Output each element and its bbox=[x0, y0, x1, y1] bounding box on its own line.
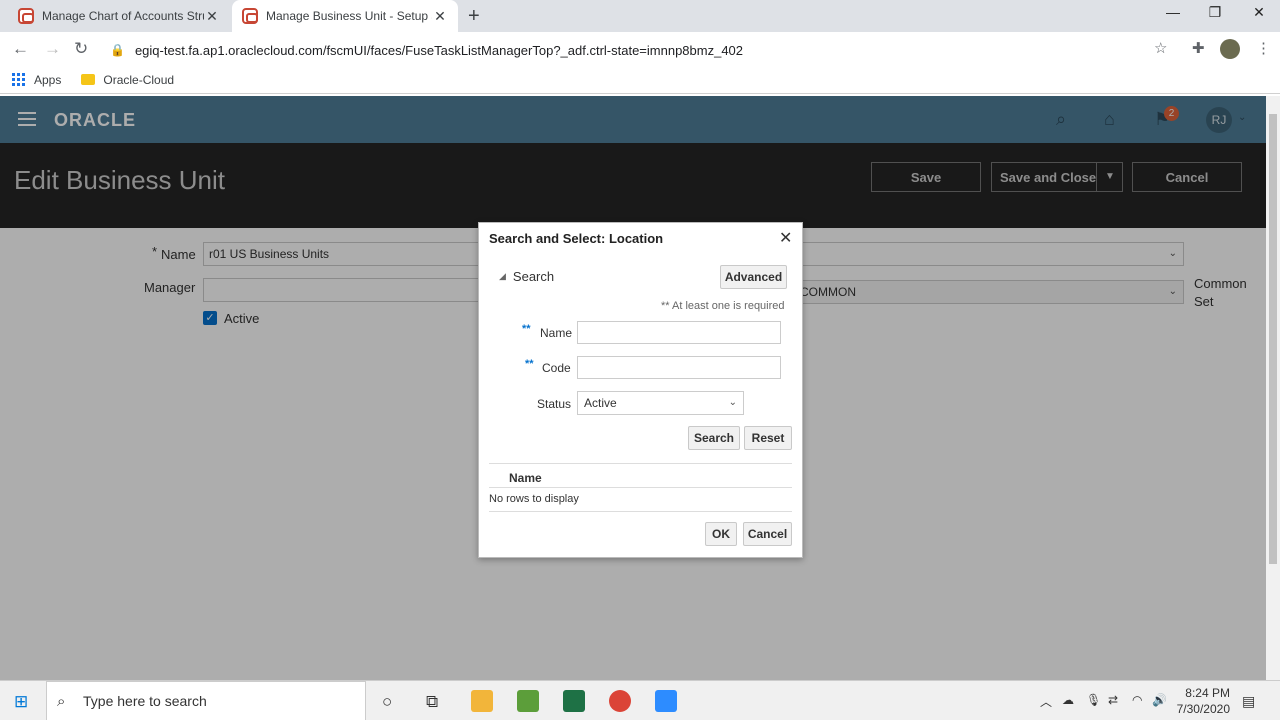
new-tab-icon[interactable]: + bbox=[468, 5, 480, 28]
bookmark-label: Oracle-Cloud bbox=[103, 72, 175, 87]
url-text: egiq-test.fa.ap1.oraclecloud.com/fscmUI/… bbox=[134, 42, 744, 58]
back-icon[interactable]: ← bbox=[12, 39, 29, 59]
bookmark-oracle-cloud[interactable]: Oracle-Cloud bbox=[73, 73, 174, 87]
browser-tab-business-unit[interactable]: Manage Business Unit - Setup an ✕ bbox=[232, 0, 458, 32]
bookmark-star-icon[interactable]: ☆ bbox=[1154, 39, 1167, 57]
dialog-cancel-button[interactable]: Cancel bbox=[743, 522, 792, 546]
oracle-favicon-icon bbox=[18, 8, 34, 24]
tab-title: Manage Chart of Accounts Struct bbox=[42, 9, 204, 23]
clock-time: 8:24 PM bbox=[1185, 686, 1230, 700]
search-button[interactable]: Search bbox=[688, 426, 740, 450]
reset-button[interactable]: Reset bbox=[744, 426, 792, 450]
divider bbox=[489, 463, 792, 464]
divider bbox=[489, 511, 792, 512]
task-view-icon[interactable]: ⧉ bbox=[426, 692, 438, 712]
network-icon[interactable]: ⇄ bbox=[1108, 693, 1118, 707]
chevron-down-icon: ⌄ bbox=[728, 397, 737, 408]
address-bar-row: ← → ↻ 🔒 egiq-test.fa.ap1.oraclecloud.com… bbox=[0, 32, 1280, 66]
notifications-center-icon[interactable]: ▤ bbox=[1242, 693, 1255, 710]
windows-taskbar: ⊞ ⌕ Type here to search ○ ⧉ ︿ ☁ 🎙 ⇄ ◠ 🔊 … bbox=[0, 680, 1280, 720]
advanced-button[interactable]: Advanced bbox=[720, 265, 787, 289]
excel-icon[interactable] bbox=[563, 690, 585, 712]
scrollbar-thumb[interactable] bbox=[1269, 114, 1277, 564]
required-marker: ** bbox=[525, 358, 534, 370]
file-explorer-icon[interactable] bbox=[471, 690, 493, 712]
apps-grid-icon bbox=[12, 72, 26, 87]
collapse-triangle-icon: ◢ bbox=[499, 271, 506, 281]
microphone-icon[interactable]: 🎙 bbox=[1086, 693, 1101, 707]
wifi-icon[interactable]: ◠ bbox=[1132, 693, 1142, 707]
profile-avatar[interactable] bbox=[1220, 39, 1240, 59]
taskbar-search-box[interactable]: ⌕ Type here to search bbox=[46, 681, 366, 720]
cortana-icon[interactable]: ○ bbox=[382, 692, 392, 712]
search-section-toggle[interactable]: ◢ Search bbox=[499, 269, 554, 284]
search-section-label: Search bbox=[512, 269, 555, 284]
status-label: Status bbox=[537, 397, 572, 411]
close-icon[interactable]: ✕ bbox=[204, 8, 220, 25]
clock-date: 7/30/2020 bbox=[1176, 702, 1230, 716]
tab-title: Manage Business Unit - Setup an bbox=[266, 9, 432, 23]
browser-tab-chart-of-accounts[interactable]: Manage Chart of Accounts Struct ✕ bbox=[8, 0, 230, 32]
folder-icon bbox=[81, 74, 96, 85]
maximize-icon[interactable]: ❐ bbox=[1192, 4, 1238, 21]
page-scrollbar[interactable] bbox=[1266, 96, 1280, 680]
url-field[interactable]: 🔒 egiq-test.fa.ap1.oraclecloud.com/fscmU… bbox=[104, 36, 1184, 64]
browser-menu-icon[interactable]: ⋮ bbox=[1256, 39, 1271, 57]
divider bbox=[489, 487, 792, 488]
search-icon: ⌕ bbox=[57, 693, 66, 710]
close-icon[interactable]: ✕ bbox=[779, 228, 792, 248]
status-value: Active bbox=[584, 396, 617, 410]
tray-chevron-icon[interactable]: ︿ bbox=[1040, 693, 1052, 710]
oracle-favicon-icon bbox=[242, 8, 258, 24]
location-code-input[interactable] bbox=[577, 356, 781, 379]
name-label: Name bbox=[540, 326, 573, 340]
bookmarks-bar: Apps Oracle-Cloud bbox=[0, 66, 1280, 94]
onedrive-icon[interactable]: ☁ bbox=[1062, 693, 1074, 707]
windows-start-icon[interactable]: ⊞ bbox=[14, 692, 28, 712]
system-clock[interactable]: 8:24 PM 7/30/2020 bbox=[1170, 685, 1230, 717]
close-icon[interactable]: ✕ bbox=[432, 8, 448, 25]
status-select[interactable]: Active ⌄ bbox=[577, 391, 744, 415]
location-name-input[interactable] bbox=[577, 321, 781, 344]
minimize-icon[interactable]: — bbox=[1150, 4, 1196, 20]
ok-button[interactable]: OK bbox=[705, 522, 737, 546]
extensions-icon[interactable]: ✚ bbox=[1192, 39, 1205, 57]
code-label: Code bbox=[542, 361, 571, 375]
reload-icon[interactable]: ↻ bbox=[74, 39, 88, 59]
forward-icon[interactable]: → bbox=[44, 39, 61, 59]
taskbar-search-placeholder: Type here to search bbox=[83, 693, 207, 709]
zoom-icon[interactable] bbox=[655, 690, 677, 712]
dialog-title: Search and Select: Location bbox=[489, 231, 664, 246]
window-close-icon[interactable]: ✕ bbox=[1236, 4, 1280, 21]
lock-icon: 🔒 bbox=[110, 43, 125, 57]
required-note: ** At least one is required bbox=[661, 300, 785, 312]
search-select-location-dialog: Search and Select: Location ✕ ◢ Search A… bbox=[478, 222, 803, 558]
notepad-icon[interactable] bbox=[517, 690, 539, 712]
chrome-icon[interactable] bbox=[609, 690, 631, 712]
bookmark-label: Apps bbox=[34, 72, 62, 87]
empty-results-text: No rows to display bbox=[489, 493, 579, 505]
volume-icon[interactable]: 🔊 bbox=[1152, 693, 1167, 707]
browser-tabstrip: Manage Chart of Accounts Struct ✕ Manage… bbox=[0, 0, 1280, 32]
name-column-header[interactable]: Name bbox=[509, 471, 542, 485]
required-marker: ** bbox=[522, 323, 531, 335]
bookmark-apps[interactable]: Apps bbox=[12, 72, 62, 87]
